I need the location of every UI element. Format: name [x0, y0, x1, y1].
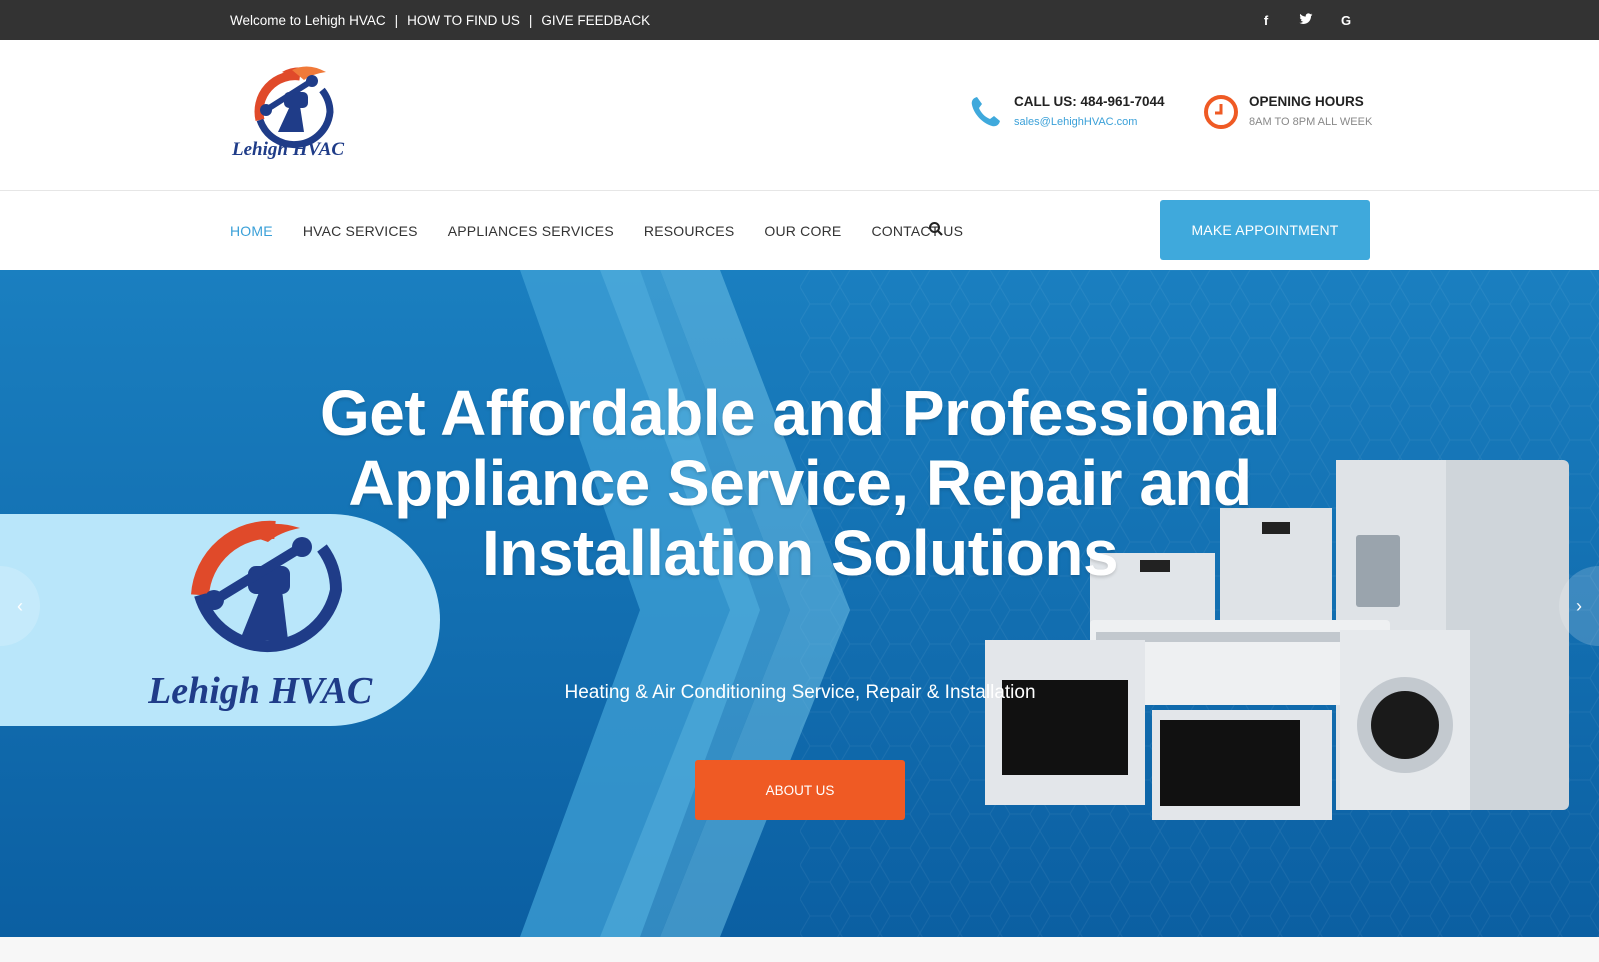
opening-hours-block: OPENING HOURS 8AM TO 8PM ALL WEEK	[1203, 94, 1372, 135]
give-feedback-link[interactable]: GIVE FEEDBACK	[541, 13, 650, 28]
nav-item-resources[interactable]: RESOURCES	[644, 223, 734, 239]
top-bar: Welcome to Lehigh HVAC | HOW TO FIND US …	[0, 0, 1599, 40]
separator: |	[394, 12, 399, 28]
hero-subtitle: Heating & Air Conditioning Service, Repa…	[564, 682, 1036, 703]
call-us-block: CALL US: 484-961-7044 sales@LehighHVAC.c…	[968, 94, 1165, 135]
top-links: Welcome to Lehigh HVAC | HOW TO FIND US …	[230, 0, 650, 40]
about-us-button[interactable]: ABOUT US	[695, 760, 905, 820]
make-appointment-button[interactable]: MAKE APPOINTMENT	[1160, 200, 1370, 260]
welcome-text: Welcome to Lehigh HVAC	[230, 12, 386, 28]
search-icon[interactable]	[928, 221, 944, 237]
nav-item-appliances-services[interactable]: APPLIANCES SERVICES	[448, 223, 614, 239]
main-nav: HOME HVAC SERVICES APPLIANCES SERVICES R…	[0, 191, 1599, 270]
site-logo[interactable]: Lehigh HVAC	[230, 62, 360, 162]
hero-background	[0, 270, 1599, 937]
hero-headline: Get Affordable and Professional Applianc…	[319, 377, 1281, 589]
how-to-find-us-link[interactable]: HOW TO FIND US	[407, 13, 520, 28]
page-bottom-strip	[0, 937, 1599, 962]
hero-slider: Get Affordable and Professional Applianc…	[0, 270, 1599, 937]
twitter-icon[interactable]	[1298, 12, 1314, 28]
hero-logo-text: Lehigh HVAC	[148, 670, 373, 712]
facebook-icon[interactable]: f	[1258, 13, 1274, 28]
phone-icon	[968, 94, 1004, 135]
nav-item-contact-us[interactable]: CONTACT US	[871, 223, 963, 239]
opening-hours-title: OPENING HOURS	[1249, 94, 1364, 109]
nav-item-hvac-services[interactable]: HVAC SERVICES	[303, 223, 418, 239]
call-us-number[interactable]: CALL US: 484-961-7044	[1014, 94, 1165, 109]
svg-text:Lehigh HVAC: Lehigh HVAC	[148, 670, 373, 712]
nav-item-our-core[interactable]: OUR CORE	[764, 223, 841, 239]
separator: |	[528, 12, 533, 28]
logo-text: Lehigh HVAC	[231, 139, 344, 160]
social-links: f G	[1258, 0, 1354, 40]
site-header: Lehigh HVAC CALL US: 484-961-7044 sales@…	[0, 40, 1599, 191]
opening-hours-value: 8AM TO 8PM ALL WEEK	[1249, 116, 1373, 128]
sales-email-link[interactable]: sales@LehighHVAC.com	[1014, 116, 1165, 128]
google-icon[interactable]: G	[1338, 13, 1354, 28]
clock-icon	[1203, 94, 1239, 135]
nav-menu: HOME HVAC SERVICES APPLIANCES SERVICES R…	[230, 191, 993, 270]
nav-item-home[interactable]: HOME	[230, 223, 273, 239]
